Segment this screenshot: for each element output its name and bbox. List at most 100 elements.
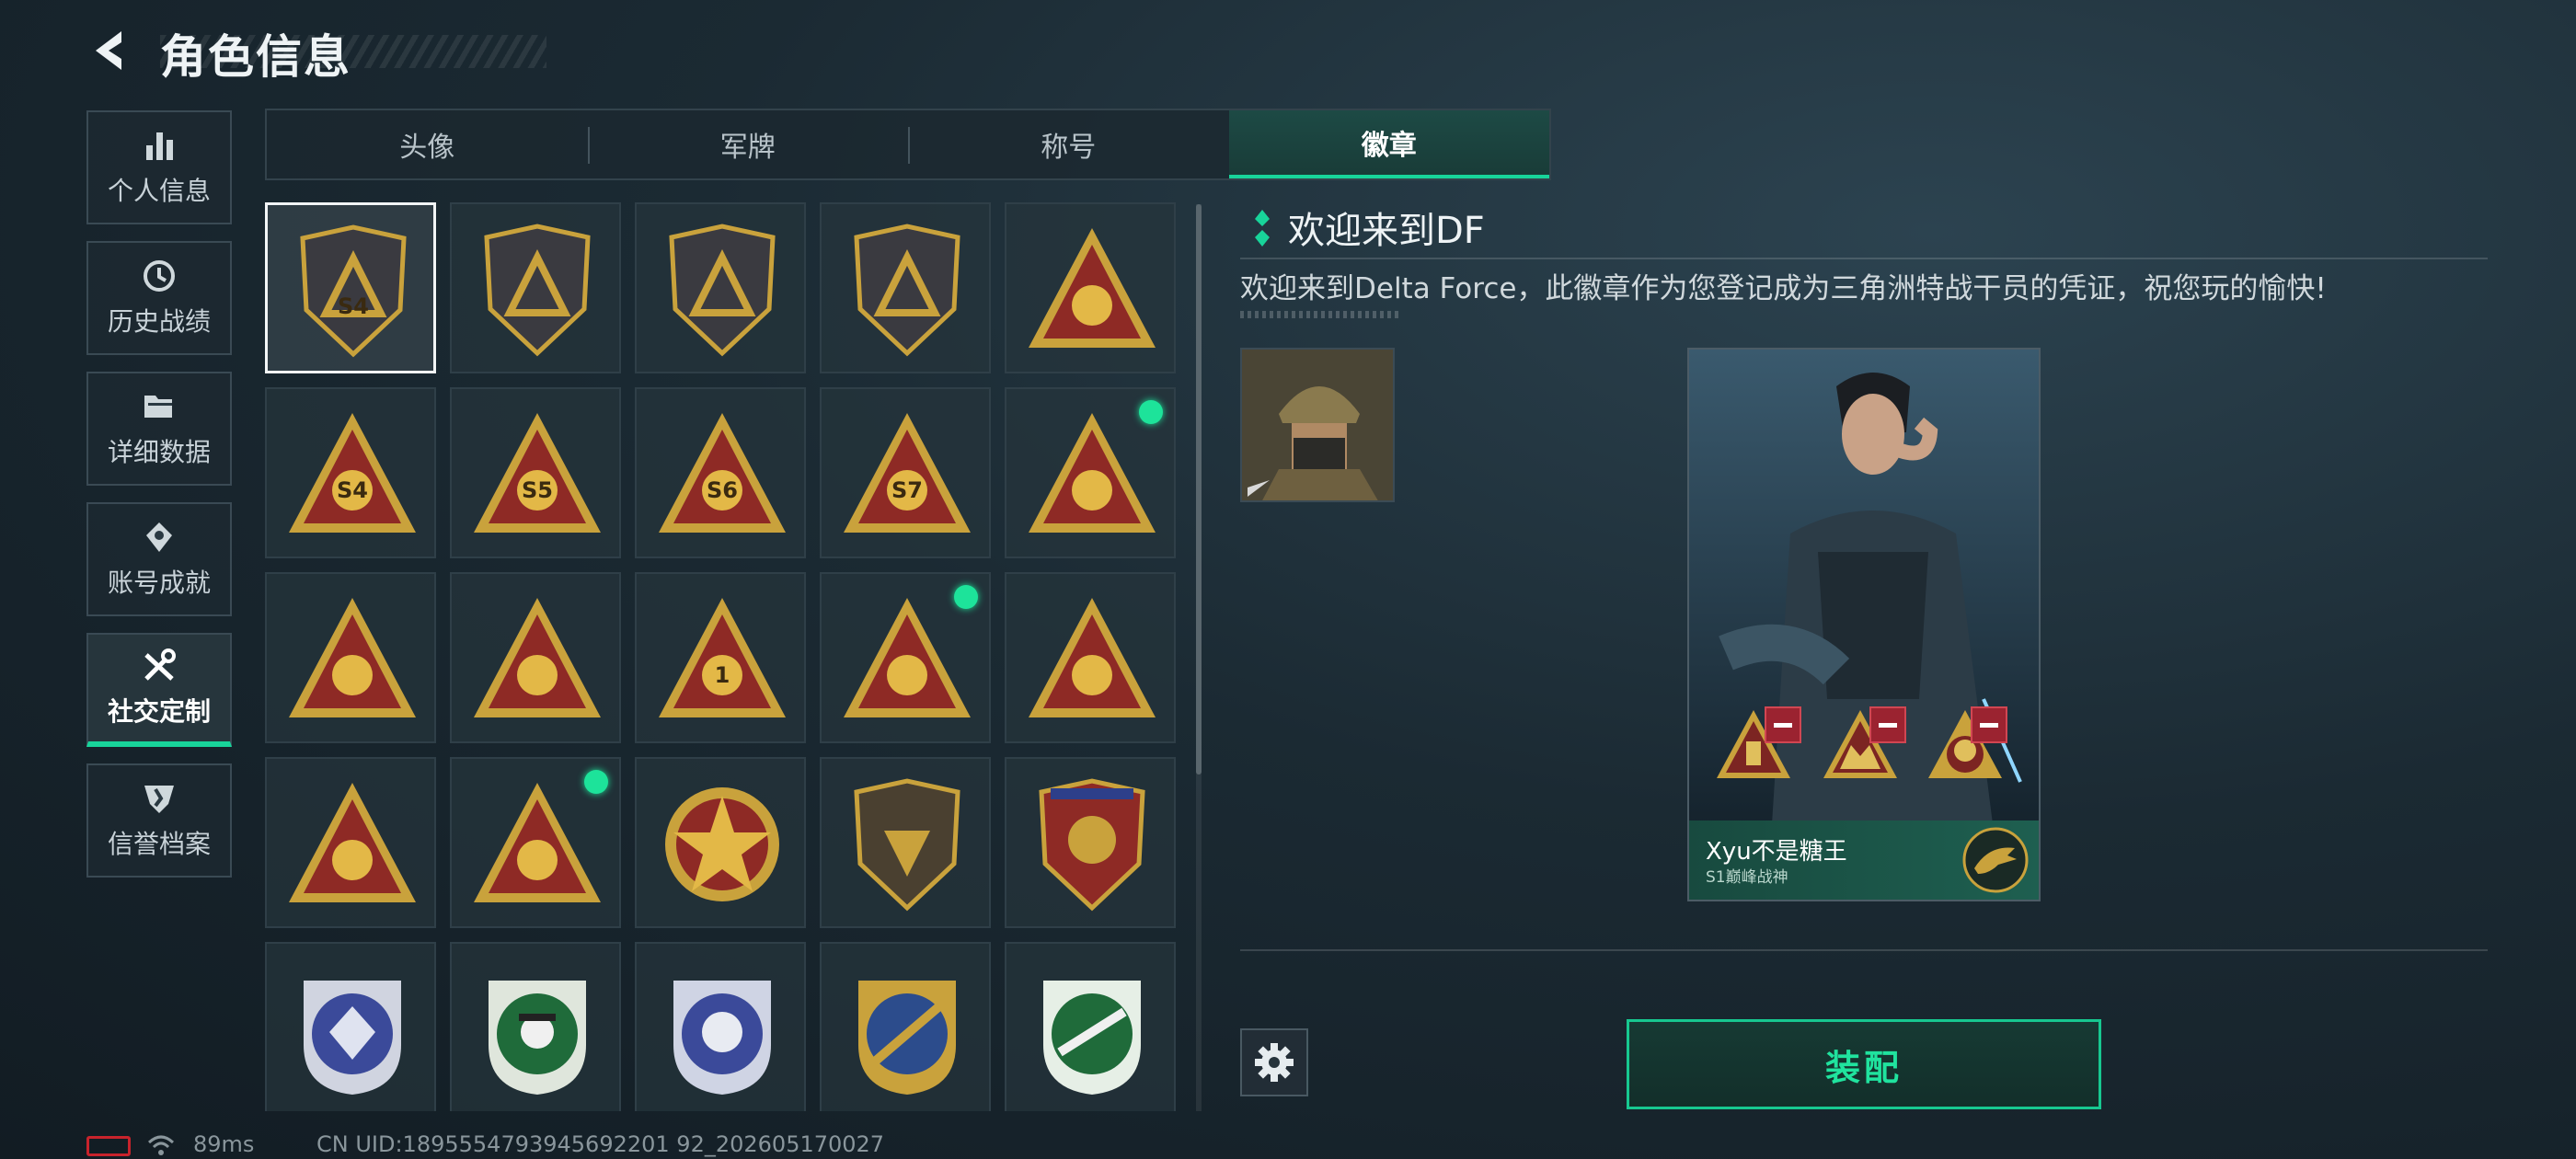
badge-cell[interactable] [1005,387,1176,558]
badge-tank-triangle-icon [474,598,601,717]
wifi-icon [147,1135,175,1155]
remove-badge-button-1[interactable] [1765,706,1801,743]
badge-cell[interactable] [265,572,436,743]
svg-text:S7: S7 [891,477,923,503]
badge-cell[interactable] [635,757,806,928]
new-badge-dot [584,770,608,794]
badge-diamond-shield-icon [669,224,776,357]
achievement-icon [141,519,178,556]
sidebar-item-label: 信誉档案 [107,829,211,859]
divider [1240,949,2488,951]
player-rank-title: S1巅峰战神 [1706,868,1788,887]
crocodile-emblem-icon [1962,827,2029,893]
sidebar-item-label: 历史战绩 [107,306,211,337]
tab-avatar[interactable]: 头像 [267,110,588,178]
badge-gold-rifle-icon [858,981,956,1095]
badge-bronze-shield-icon [854,778,960,912]
sidebar-item-detail-data[interactable]: 详细数据 [86,372,232,486]
badge-silver-skull-icon [673,981,771,1095]
badge-s7-icon: S7 [844,413,971,533]
badge-boat-triangle-icon [289,598,416,717]
badge-cell[interactable] [635,202,806,373]
battery-icon [86,1136,131,1156]
gear-icon[interactable] [1240,1028,1308,1096]
player-name: Xyu不是糖王 [1706,838,1847,866]
badge-grid: S4 S4 S5 S6 S7 1 [265,202,1178,1111]
badge-number-one-icon: 1 [659,598,786,717]
badge-d20-triangle-icon [1029,598,1156,717]
badge-wolves-triangle-icon [474,783,601,902]
badge-s4-icon: S4 [289,413,416,533]
badge-skull-triangle-icon [1029,413,1156,533]
badge-cell[interactable] [820,942,991,1111]
new-badge-dot [1139,400,1163,424]
badge-s6-icon: S6 [659,413,786,533]
badge-delta-shield-icon: S4 [300,224,407,358]
svg-text:1: 1 [715,662,730,688]
badge-cell[interactable] [820,202,991,373]
badge-cell[interactable] [820,572,991,743]
sidebar-item-history[interactable]: 历史战绩 [86,241,232,355]
badge-cell[interactable]: 1 [635,572,806,743]
badge-cell[interactable] [1005,202,1176,373]
player-card: Xyu不是糖王 S1巅峰战神 [1687,348,2041,901]
remove-badge-button-2[interactable] [1869,706,1906,743]
badge-cell[interactable]: S5 [450,387,621,558]
badge-cell[interactable] [635,942,806,1111]
sidebar-item-label: 详细数据 [107,437,211,467]
badge-star-emblem-icon [665,787,779,901]
tab-title[interactable]: 称号 [908,110,1229,178]
badge-cell[interactable] [1005,572,1176,743]
badge-cell[interactable]: S4 [265,387,436,558]
remove-badge-button-3[interactable] [1971,706,2007,743]
badge-soldiers-triangle-icon [289,783,416,902]
badge-cell[interactable]: S6 [635,387,806,558]
badge-cell[interactable] [265,942,436,1111]
credit-shield-icon [141,780,178,817]
badge-s5-icon: S5 [474,413,601,533]
sidebar-item-achievements[interactable]: 账号成就 [86,502,232,616]
sidebar-item-credit-record[interactable]: 信誉档案 [86,763,232,878]
divider [1240,258,2488,259]
badge-cell[interactable] [450,942,621,1111]
tab-bar: 头像 军牌 称号 徽章 [265,109,1551,180]
diamond-marker-icon [1255,210,1270,247]
badge-green-rifle-icon [1043,981,1141,1095]
tab-badge[interactable]: 徽章 [1228,110,1549,178]
sidebar-item-label: 个人信息 [107,176,211,206]
svg-text:S4: S4 [338,293,369,319]
badge-cell[interactable] [1005,942,1176,1111]
badge-stars-shield-icon [1039,778,1145,912]
badge-usb-triangle-icon [844,598,971,717]
ping-readout: 89ms [193,1131,255,1157]
badge-description: 欢迎来到Delta Force，此徽章作为您登记成为三角洲特战干员的凭证，祝您玩… [1240,272,2327,305]
badge-cell[interactable] [450,202,621,373]
badge-name: 欢迎来到DF [1288,210,1485,252]
bar-chart-icon [141,127,178,164]
tab-dog-tag[interactable]: 军牌 [587,110,909,178]
svg-text:S6: S6 [707,477,738,503]
scrollbar-thumb[interactable] [1196,204,1202,775]
tools-icon [141,648,178,684]
card-nameplate: Xyu不是糖王 S1巅峰战神 [1689,820,2039,900]
operator-avatar-icon [1240,348,1395,502]
svg-text:S4: S4 [337,477,368,503]
back-arrow-icon[interactable] [88,28,134,74]
badge-dagger-shield-icon [854,224,960,357]
badge-helicopter-icon [484,224,591,357]
badge-cell[interactable] [820,757,991,928]
badge-cell[interactable] [450,757,621,928]
badge-cell[interactable] [265,757,436,928]
folder-icon [141,388,178,425]
badge-cell[interactable] [1005,757,1176,928]
badge-green-spy-icon [489,981,586,1095]
badge-blue-gem-icon [304,981,401,1095]
sidebar-item-social-custom[interactable]: 社交定制 [86,633,232,747]
badge-cell[interactable]: S7 [820,387,991,558]
svg-text:S5: S5 [522,477,553,503]
badge-cell[interactable] [450,572,621,743]
sidebar-item-personal-info[interactable]: 个人信息 [86,110,232,224]
badge-cell[interactable]: S4 [265,202,436,373]
equip-button[interactable]: 装配 [1627,1019,2101,1109]
history-clock-icon [141,258,178,294]
